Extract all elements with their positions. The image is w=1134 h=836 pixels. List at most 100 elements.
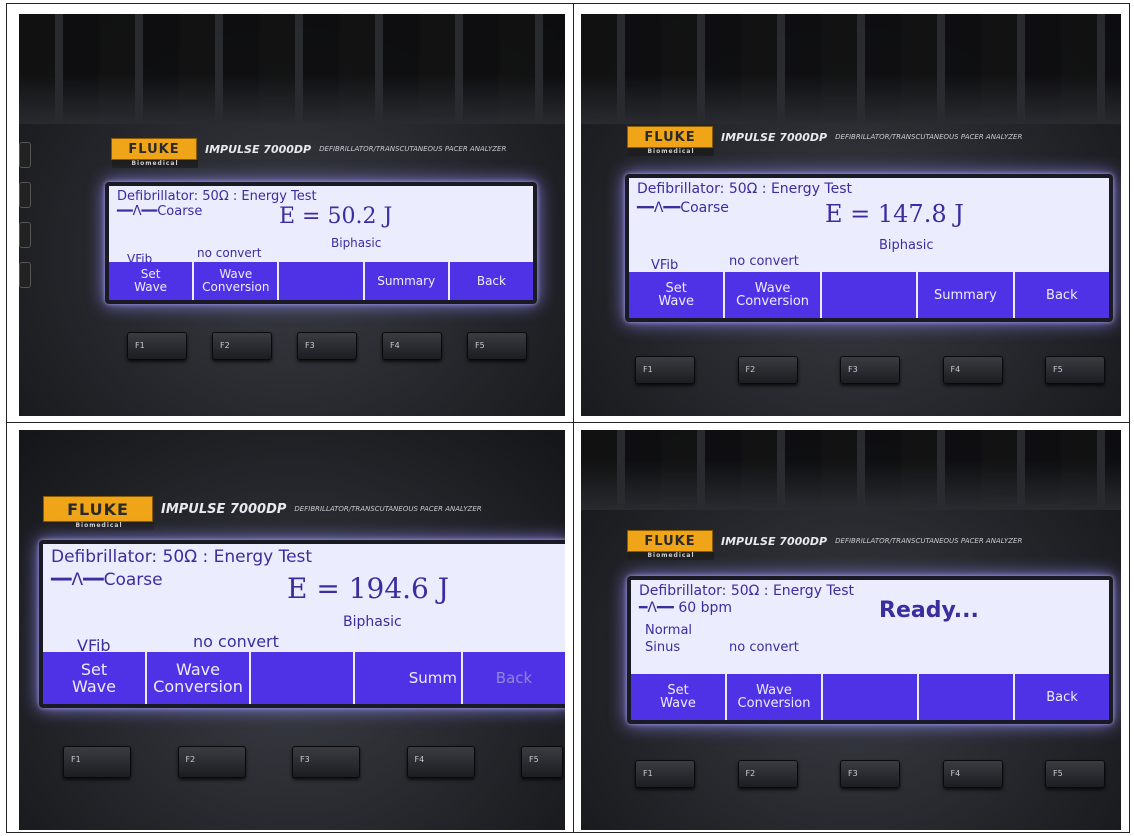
rhythm-label: VFib <box>651 258 679 273</box>
mode-label: Biphasic <box>879 238 934 253</box>
softkey-summary[interactable]: Summary <box>918 272 1015 318</box>
softkey-back[interactable]: Back <box>1015 674 1109 720</box>
waveform-label: ━━Λ━━Coarse <box>637 200 729 216</box>
f1-button[interactable]: F1 <box>635 356 695 384</box>
softkey-blank[interactable] <box>251 652 355 704</box>
f4-button[interactable]: F4 <box>382 332 442 360</box>
f4-button[interactable]: F4 <box>942 356 1003 384</box>
conversion-label: no convert <box>197 246 262 260</box>
softkey-summary[interactable]: Summ <box>355 652 463 704</box>
photo-grid: FLUKE Biomedical IMPULSE 7000DP DEFIBRILL… <box>6 3 1130 833</box>
model-description: DEFIBRILLATOR/TRANSCUTANEOUS PACER ANALY… <box>294 505 482 513</box>
softkey-bar: Set Wave Wave Conversion Back <box>631 674 1109 720</box>
rhythm-label: Normal Sinus <box>645 623 693 655</box>
screen-header: Defibrillator: 50Ω : Energy Test <box>117 189 317 204</box>
softkey-bar: Set Wave Wave Conversion Summary Back <box>109 262 533 300</box>
softkey-set-wave[interactable]: Set Wave <box>629 272 726 318</box>
softkey-back[interactable]: Back <box>1014 272 1109 318</box>
device-brand: FLUKE Biomedical IMPULSE 7000DP DEFIBRILL… <box>43 496 482 530</box>
f5-button[interactable]: F5 <box>467 332 527 360</box>
softkey-blank[interactable] <box>821 272 919 318</box>
f2-button[interactable]: F2 <box>737 760 798 788</box>
fluke-logo: FLUKE Biomedical <box>627 126 714 156</box>
softkey-blank[interactable] <box>823 674 919 720</box>
status-text: Ready... <box>879 598 979 623</box>
energy-reading: E = 194.6 J <box>287 572 449 605</box>
lcd-screen: Defibrillator: 50Ω : Energy Test ━Λ━━ 60… <box>627 576 1113 724</box>
softkey-back[interactable]: Back <box>449 262 533 300</box>
fluke-logo: FLUKE Biomedical <box>111 138 198 168</box>
lcd-screen: Defibrillator: 50Ω : Energy Test ━━Λ━━Co… <box>105 182 537 304</box>
softkey-blank[interactable] <box>279 262 365 300</box>
fluke-logo: FLUKE Biomedical <box>43 496 154 530</box>
function-keys: F1 F2 F3 F4 F5 <box>635 356 1105 384</box>
softkey-blank-2[interactable] <box>919 674 1015 720</box>
model-name: IMPULSE 7000DP <box>721 534 828 548</box>
energy-reading: E = 147.8 J <box>825 200 964 228</box>
model-name: IMPULSE 7000DP <box>205 142 312 156</box>
conversion-label: no convert <box>729 254 799 269</box>
waveform-label: ━━Λ━━Coarse <box>117 204 203 219</box>
device-connectors <box>581 430 1121 510</box>
device-brand: FLUKE Biomedical IMPULSE 7000DP DEFIBRILL… <box>627 126 1023 156</box>
f4-button[interactable]: F4 <box>406 746 475 778</box>
waveform-label: ━Λ━━ 60 bpm <box>639 600 732 616</box>
softkey-wave-conversion[interactable]: Wave Conversion <box>147 652 251 704</box>
grid-divider-vertical <box>573 4 574 832</box>
f3-button[interactable]: F3 <box>840 356 900 384</box>
mode-label: Biphasic <box>331 236 382 250</box>
energy-reading: E = 50.2 J <box>279 204 393 229</box>
lcd-screen: Defibrillator: 50Ω : Energy Test ━━Λ━━Co… <box>625 174 1113 322</box>
f2-button[interactable]: F2 <box>212 332 272 360</box>
f2-button[interactable]: F2 <box>737 356 798 384</box>
softkey-bar: Set Wave Wave Conversion Summary Back <box>629 272 1109 318</box>
softkey-back[interactable]: Back <box>463 652 565 704</box>
fluke-logo: FLUKE Biomedical <box>627 530 714 560</box>
f5-button[interactable]: F5 <box>1045 356 1105 384</box>
f5-button[interactable]: F5 <box>1045 760 1105 788</box>
softkey-set-wave[interactable]: Set Wave <box>43 652 147 704</box>
f1-button[interactable]: F1 <box>635 760 695 788</box>
softkey-wave-conversion[interactable]: Wave Conversion <box>727 674 823 720</box>
waveform-label: ━━Λ━━Coarse <box>51 570 163 590</box>
f3-button[interactable]: F3 <box>297 332 357 360</box>
screen-header: Defibrillator: 50Ω : Energy Test <box>639 583 854 599</box>
softkey-summary[interactable]: Summary <box>364 262 450 300</box>
screen-header: Defibrillator: 50Ω : Energy Test <box>51 547 313 567</box>
lcd-screen: Defibrillator: 50Ω : Energy Test ━━Λ━━Co… <box>39 540 565 708</box>
device-brand: FLUKE Biomedical IMPULSE 7000DP DEFIBRILL… <box>111 138 507 168</box>
device-connectors <box>581 14 1121 124</box>
f5-button[interactable]: F5 <box>521 746 563 778</box>
mode-label: Biphasic <box>343 614 402 630</box>
function-keys: F1 F2 F3 F4 F5 <box>127 332 527 360</box>
side-buttons <box>19 142 31 302</box>
model-description: DEFIBRILLATOR/TRANSCUTANEOUS PACER ANALY… <box>835 537 1023 545</box>
softkey-bar: Set Wave Wave Conversion Summ Back <box>43 652 565 704</box>
function-keys: F1 F2 F3 F4 F5 <box>635 760 1105 788</box>
photo-panel-4: FLUKE Biomedical IMPULSE 7000DP DEFIBRILL… <box>581 430 1121 830</box>
screen-header: Defibrillator: 50Ω : Energy Test <box>637 181 852 197</box>
model-name: IMPULSE 7000DP <box>161 501 287 517</box>
photo-panel-3: FLUKE Biomedical IMPULSE 7000DP DEFIBRILL… <box>19 430 565 830</box>
function-keys: F1 F2 F3 F4 F5 <box>63 746 563 778</box>
softkey-wave-conversion[interactable]: Wave Conversion <box>725 272 822 318</box>
conversion-label: no convert <box>193 632 279 651</box>
softkey-wave-conversion[interactable]: Wave Conversion <box>194 262 280 300</box>
photo-panel-1: FLUKE Biomedical IMPULSE 7000DP DEFIBRILL… <box>19 14 565 416</box>
device-connectors <box>19 14 565 124</box>
photo-panel-2: FLUKE Biomedical IMPULSE 7000DP DEFIBRILL… <box>581 14 1121 416</box>
f1-button[interactable]: F1 <box>127 332 187 360</box>
f1-button[interactable]: F1 <box>63 746 131 778</box>
f2-button[interactable]: F2 <box>177 746 246 778</box>
model-description: DEFIBRILLATOR/TRANSCUTANEOUS PACER ANALY… <box>319 145 507 153</box>
softkey-set-wave[interactable]: Set Wave <box>631 674 727 720</box>
conversion-label: no convert <box>729 640 799 655</box>
device-brand: FLUKE Biomedical IMPULSE 7000DP DEFIBRILL… <box>627 530 1023 560</box>
f4-button[interactable]: F4 <box>942 760 1003 788</box>
softkey-set-wave[interactable]: Set Wave <box>109 262 195 300</box>
f3-button[interactable]: F3 <box>292 746 360 778</box>
model-description: DEFIBRILLATOR/TRANSCUTANEOUS PACER ANALY… <box>835 133 1023 141</box>
model-name: IMPULSE 7000DP <box>721 130 828 144</box>
f3-button[interactable]: F3 <box>840 760 900 788</box>
grid-divider-horizontal <box>7 422 1129 423</box>
